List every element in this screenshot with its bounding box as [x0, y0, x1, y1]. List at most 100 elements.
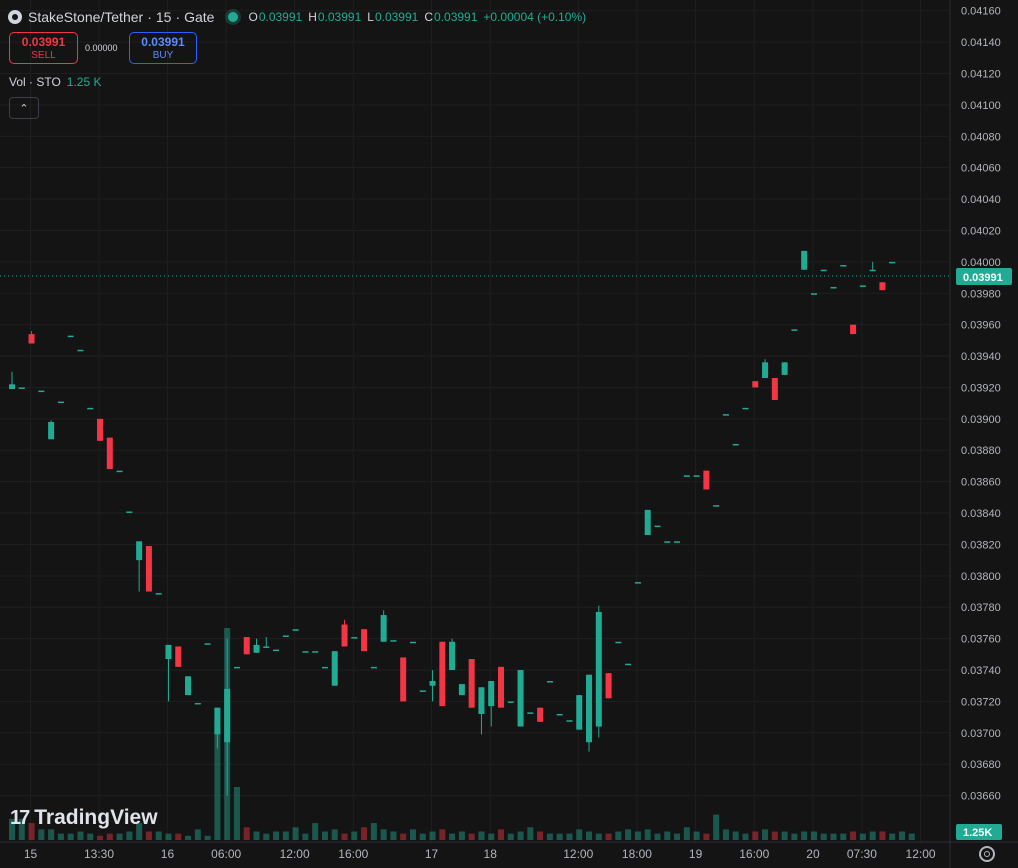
buy-button[interactable]: 0.03991 BUY — [129, 32, 197, 64]
volume-bar — [801, 831, 808, 840]
settings-icon[interactable] — [979, 846, 995, 862]
separator-dot: · — [175, 9, 181, 25]
volume-bar — [586, 831, 593, 840]
candle-body — [752, 381, 759, 388]
candle-body — [419, 690, 426, 692]
tradingview-logo[interactable]: 17 TradingView — [10, 806, 158, 830]
volume-bar — [331, 829, 338, 840]
volume-bar — [449, 833, 456, 840]
candle-body — [556, 713, 563, 716]
symbol-name[interactable]: StakeStone/Tether — [28, 9, 143, 25]
volume-bar — [771, 831, 778, 840]
volume-bar — [634, 831, 641, 840]
x-axis-tick-label: 19 — [689, 847, 703, 861]
candle-body — [370, 666, 377, 669]
candle-body — [302, 651, 309, 653]
volume-bar — [556, 833, 563, 840]
volume-bar — [478, 831, 485, 840]
candle-body — [145, 546, 152, 592]
candle-body — [292, 629, 299, 631]
x-axis-tick-label: 12:00 — [280, 847, 310, 861]
price-chart[interactable]: 0.04160 0.04140 0.04120 0.04100 0.04080 0.040… — [0, 0, 1018, 868]
y-axis-tick-label: 0.03940 — [961, 351, 1001, 363]
volume-bar — [361, 827, 368, 840]
close-label: C — [424, 10, 434, 24]
buy-price: 0.03991 — [141, 35, 185, 49]
volume-bar — [390, 831, 397, 840]
volume-bar — [204, 835, 211, 840]
candle-body — [204, 643, 211, 645]
y-axis-tick-label: 0.03960 — [961, 320, 1001, 332]
candle-body — [77, 349, 84, 352]
candle-body — [830, 286, 837, 289]
volume-bar — [791, 833, 798, 840]
y-axis-tick-label: 0.04160 — [961, 6, 1001, 18]
volume-bar — [48, 829, 55, 840]
low-value: 0.03991 — [374, 10, 419, 24]
candle-body — [48, 421, 55, 440]
y-axis-tick-label: 0.04080 — [961, 131, 1001, 143]
volume-bar — [253, 831, 260, 840]
x-axis-tick-label: 12:00 — [906, 847, 936, 861]
candle-body — [214, 707, 221, 735]
candle-body — [762, 362, 769, 379]
volume-bar — [116, 833, 123, 840]
exchange-label[interactable]: Gate — [184, 9, 214, 25]
symbol-legend: StakeStone/Tether · 15 · Gate O 0.03991 H… — [8, 6, 586, 28]
candle-body — [38, 390, 45, 393]
close-value: 0.03991 — [434, 10, 478, 24]
x-axis-tick-label: 13:30 — [84, 847, 114, 861]
x-axis-tick-label: 18:00 — [622, 847, 652, 861]
candle-body — [801, 250, 808, 270]
volume-bar — [292, 827, 299, 840]
candle-body — [879, 282, 886, 291]
y-axis-tick-label: 0.03700 — [961, 728, 1001, 740]
market-status-dot-icon — [228, 12, 239, 22]
buy-label: BUY — [152, 50, 174, 61]
candle-body — [458, 684, 465, 696]
volume-legend[interactable]: Vol · STO 1.25 K — [9, 75, 102, 89]
volume-bar — [703, 833, 710, 840]
volume-bar — [194, 829, 201, 840]
volume-bar — [742, 833, 749, 840]
volume-bar — [830, 833, 837, 840]
candle-body — [361, 629, 368, 652]
volume-bar — [566, 833, 573, 840]
volume-bar — [546, 833, 553, 840]
volume-bar — [683, 827, 690, 840]
collapse-legend-button[interactable]: ⌃ — [9, 97, 39, 119]
y-axis-tick-label: 0.03880 — [961, 445, 1001, 457]
stakestone-logo-icon — [8, 10, 22, 24]
candle-body — [273, 649, 280, 652]
candle-body — [517, 670, 524, 727]
volume-bar — [527, 827, 534, 840]
volume-bar — [732, 831, 739, 840]
candle-body — [97, 418, 104, 441]
candle-body — [28, 334, 35, 344]
change-value: +0.00004 (+0.10%) — [483, 10, 587, 24]
tradingview-mark-icon: 17 — [10, 806, 30, 829]
volume-bar — [458, 831, 465, 840]
volume-bar — [77, 831, 84, 840]
volume-bar — [106, 833, 113, 840]
volume-bar — [429, 831, 436, 840]
volume-bar — [380, 829, 387, 840]
volume-bar — [38, 829, 45, 840]
interval-label[interactable]: 15 — [156, 9, 172, 25]
sell-button[interactable]: 0.03991 SELL — [9, 32, 78, 64]
last-volume-label: 1.25K — [963, 827, 992, 839]
volume-bar — [155, 831, 162, 840]
volume-bar — [664, 831, 671, 840]
volume-legend-label: Vol · STO — [9, 75, 61, 89]
volume-legend-value: 1.25 K — [66, 75, 102, 89]
low-label: L — [367, 10, 374, 24]
candle-body — [527, 712, 534, 714]
candle-body — [840, 265, 847, 267]
x-axis-tick-label: 20 — [806, 847, 820, 861]
chevron-up-icon: ⌃ — [19, 102, 29, 115]
spread-value: 0.00000 — [85, 43, 118, 53]
y-axis-tick-label: 0.03740 — [961, 665, 1001, 677]
candle-body — [67, 335, 74, 338]
candle-body — [654, 525, 661, 528]
candle-body — [243, 637, 250, 655]
